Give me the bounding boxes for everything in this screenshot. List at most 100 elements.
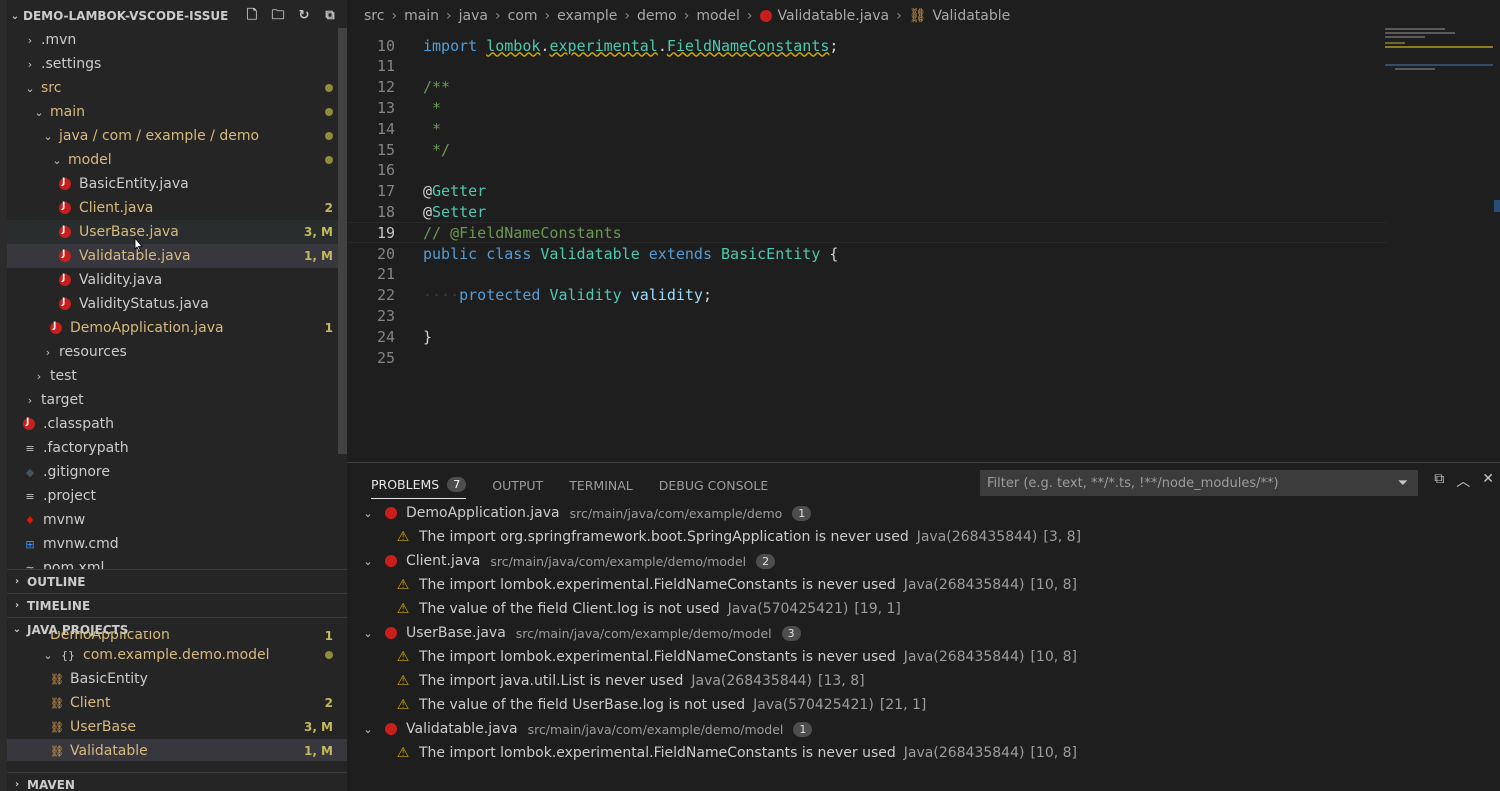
tree-item[interactable]: › target — [7, 388, 347, 412]
java-project-item[interactable]: DemoApplication 1 — [7, 631, 347, 643]
java-project-item[interactable]: ⛓ UserBase 3, M — [7, 715, 347, 739]
chevron-down-icon[interactable]: ⌄ — [50, 154, 64, 167]
problem-row[interactable]: ⚠ The import lombok.experimental.FieldNam… — [347, 645, 1500, 669]
collapse-all-icon[interactable]: ⧉ — [321, 7, 339, 25]
code-area[interactable]: 10 import lombok.experimental.FieldNameCo… — [347, 24, 1387, 464]
problem-row[interactable]: ⚠ The import java.util.List is never used… — [347, 669, 1500, 693]
close-icon[interactable]: ✕ — [1482, 471, 1494, 491]
tree-item[interactable]: ⌄ main — [7, 100, 347, 124]
breadcrumb-item[interactable]: demo — [637, 8, 677, 24]
code-token: Getter — [432, 182, 487, 201]
breadcrumb-item[interactable]: Validatable.java — [778, 8, 890, 24]
tree-item[interactable]: Validity.java — [7, 268, 347, 292]
tab-terminal[interactable]: TERMINAL — [569, 471, 633, 499]
tree-item[interactable]: .classpath — [7, 412, 347, 436]
breadcrumb-item[interactable]: Validatable — [932, 8, 1010, 24]
breadcrumb-item[interactable]: main — [404, 8, 439, 24]
problem-row[interactable]: ⚠ The import lombok.experimental.FieldNam… — [347, 573, 1500, 597]
java-project-item[interactable]: ⛓ Client 2 — [7, 691, 347, 715]
chevron-down-icon[interactable]: ⌄ — [361, 627, 375, 640]
minimap[interactable] — [1385, 28, 1495, 88]
maximize-panel-icon[interactable]: ︿ — [1456, 471, 1470, 491]
tree-item[interactable]: DemoApplication.java 1 — [7, 316, 347, 340]
breadcrumb-item[interactable]: src — [364, 8, 384, 24]
chevron-down-icon[interactable]: ⌄ — [7, 11, 23, 22]
tab-debug-console[interactable]: DEBUG CONSOLE — [659, 471, 768, 499]
filter-icon[interactable]: ⏷ — [1398, 476, 1408, 491]
problem-file-row[interactable]: ⌄ DemoApplication.java src/main/java/com/e… — [347, 501, 1500, 525]
problem-file-row[interactable]: ⌄ UserBase.java src/main/java/com/example/… — [347, 621, 1500, 645]
chevron-right-icon[interactable]: › — [23, 34, 37, 47]
refresh-icon[interactable]: ↻ — [295, 7, 313, 25]
warning-icon: ⚠ — [396, 601, 410, 617]
problem-row[interactable]: ⚠ The import lombok.experimental.FieldNam… — [347, 741, 1500, 765]
chevron-right-icon[interactable]: › — [23, 394, 37, 407]
chevron-right-icon[interactable]: › — [41, 346, 55, 359]
tree-item[interactable]: › resources — [7, 340, 347, 364]
sidebar-scrollbar[interactable] — [338, 28, 347, 454]
tree-item[interactable]: ≡ .project — [7, 484, 347, 508]
chevron-right-icon[interactable]: › — [23, 58, 37, 71]
tree-item[interactable]: ⌄ java / com / example / demo — [7, 124, 347, 148]
collapse-all-icon[interactable]: ⧉ — [1434, 471, 1444, 491]
chevron-down-icon[interactable]: ⌄ — [361, 723, 375, 736]
chevron-down-icon[interactable]: ⌄ — [41, 130, 55, 143]
problem-source: Java(268435844) — [691, 673, 813, 689]
problem-row[interactable]: ⚠ The value of the field Client.log is no… — [347, 597, 1500, 621]
tab-problems[interactable]: PROBLEMS 7 — [371, 471, 467, 499]
problem-file-row[interactable]: ⌄ Validatable.java src/main/java/com/examp… — [347, 717, 1500, 741]
breadcrumb-item[interactable]: model — [696, 8, 740, 24]
problem-row[interactable]: ⚠ The import org.springframework.boot.Spr… — [347, 525, 1500, 549]
tree-item-label: DemoApplication.java — [70, 320, 224, 336]
problems-filter-input[interactable]: Filter (e.g. text, **/*.ts, !**/node_mod… — [980, 470, 1418, 496]
tree-item[interactable]: UserBase.java 3, M — [7, 220, 347, 244]
chevron-down-icon[interactable]: ⌄ — [32, 106, 46, 119]
section-timeline[interactable]: › TIMELINE — [7, 593, 347, 617]
editor-scroll-indicator[interactable] — [1494, 200, 1500, 212]
problem-count-badge: 1 — [793, 721, 813, 737]
code-editor[interactable]: src › main › java › com › example › demo › model › Val… — [347, 0, 1500, 462]
tree-item[interactable]: Validatable.java1, M — [7, 244, 347, 268]
tree-item[interactable]: › .mvn — [7, 28, 347, 52]
line-number: 20 — [376, 244, 395, 263]
tree-item[interactable]: ♦ mvnw — [7, 508, 347, 532]
tree-item[interactable]: ◆ .gitignore — [7, 460, 347, 484]
tree-item[interactable]: › .settings — [7, 52, 347, 76]
problem-file-row[interactable]: ⌄ Client.java src/main/java/com/example/de… — [347, 549, 1500, 573]
java-project-item[interactable]: ⛓ Validatable 1, M — [7, 739, 347, 761]
breadcrumb-item[interactable]: example — [557, 8, 617, 24]
section-outline[interactable]: › OUTLINE — [7, 569, 347, 593]
tree-item-label: .classpath — [43, 416, 115, 432]
error-icon — [385, 627, 397, 639]
problem-source: Java(268435844) — [916, 529, 1038, 545]
chevron-down-icon[interactable]: ⌄ — [23, 82, 37, 95]
tree-item[interactable]: ≡ .factorypath — [7, 436, 347, 460]
tree-item[interactable]: BasicEntity.java — [7, 172, 347, 196]
java-file-icon — [759, 10, 772, 22]
tree-item-label: .factorypath — [43, 440, 129, 456]
java-project-item[interactable]: ⛓ BasicEntity — [7, 667, 347, 691]
chevron-right-icon[interactable]: › — [32, 370, 46, 383]
tab-label: PROBLEMS — [371, 477, 440, 492]
tree-item[interactable]: ValidityStatus.java — [7, 292, 347, 316]
explorer-header[interactable]: ⌄ DEMO-LAMBOK-VSCODE-ISSUE 🗋 🗀 ↻ ⧉ — [7, 4, 347, 28]
tree-item[interactable]: ⌄ model — [7, 148, 347, 172]
section-maven[interactable]: › MAVEN — [7, 772, 347, 791]
new-file-icon[interactable]: 🗋 — [243, 7, 261, 25]
tree-item[interactable]: › test — [7, 364, 347, 388]
breadcrumb-item[interactable]: com — [508, 8, 538, 24]
tab-output[interactable]: OUTPUT — [492, 471, 543, 499]
tree-item-label: target — [41, 392, 84, 408]
breadcrumb-item[interactable]: java — [459, 8, 488, 24]
tree-item[interactable]: Client.java 2 — [7, 196, 347, 220]
problem-message: The import lombok.experimental.FieldName… — [419, 649, 896, 665]
chevron-down-icon[interactable]: ⌄ — [41, 649, 55, 662]
tree-item[interactable]: ⊞ mvnw.cmd — [7, 532, 347, 556]
java-project-item[interactable]: ⌄ {} com.example.demo.model — [7, 643, 347, 667]
new-folder-icon[interactable]: 🗀 — [269, 7, 287, 25]
tree-item[interactable]: ≈ pom.xml — [7, 556, 347, 569]
chevron-down-icon[interactable]: ⌄ — [361, 507, 375, 520]
tree-item[interactable]: ⌄ src — [7, 76, 347, 100]
problem-row[interactable]: ⚠ The value of the field UserBase.log is … — [347, 693, 1500, 717]
chevron-down-icon[interactable]: ⌄ — [361, 555, 375, 568]
